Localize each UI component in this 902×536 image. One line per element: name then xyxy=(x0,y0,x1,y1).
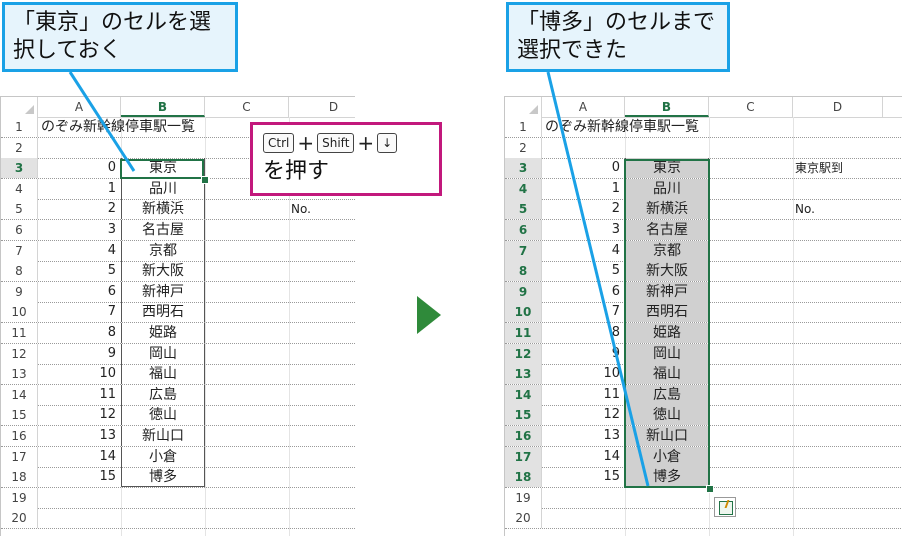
callout-pointers xyxy=(68,71,650,487)
pointer-right xyxy=(546,71,650,487)
pointer-left xyxy=(68,71,136,172)
